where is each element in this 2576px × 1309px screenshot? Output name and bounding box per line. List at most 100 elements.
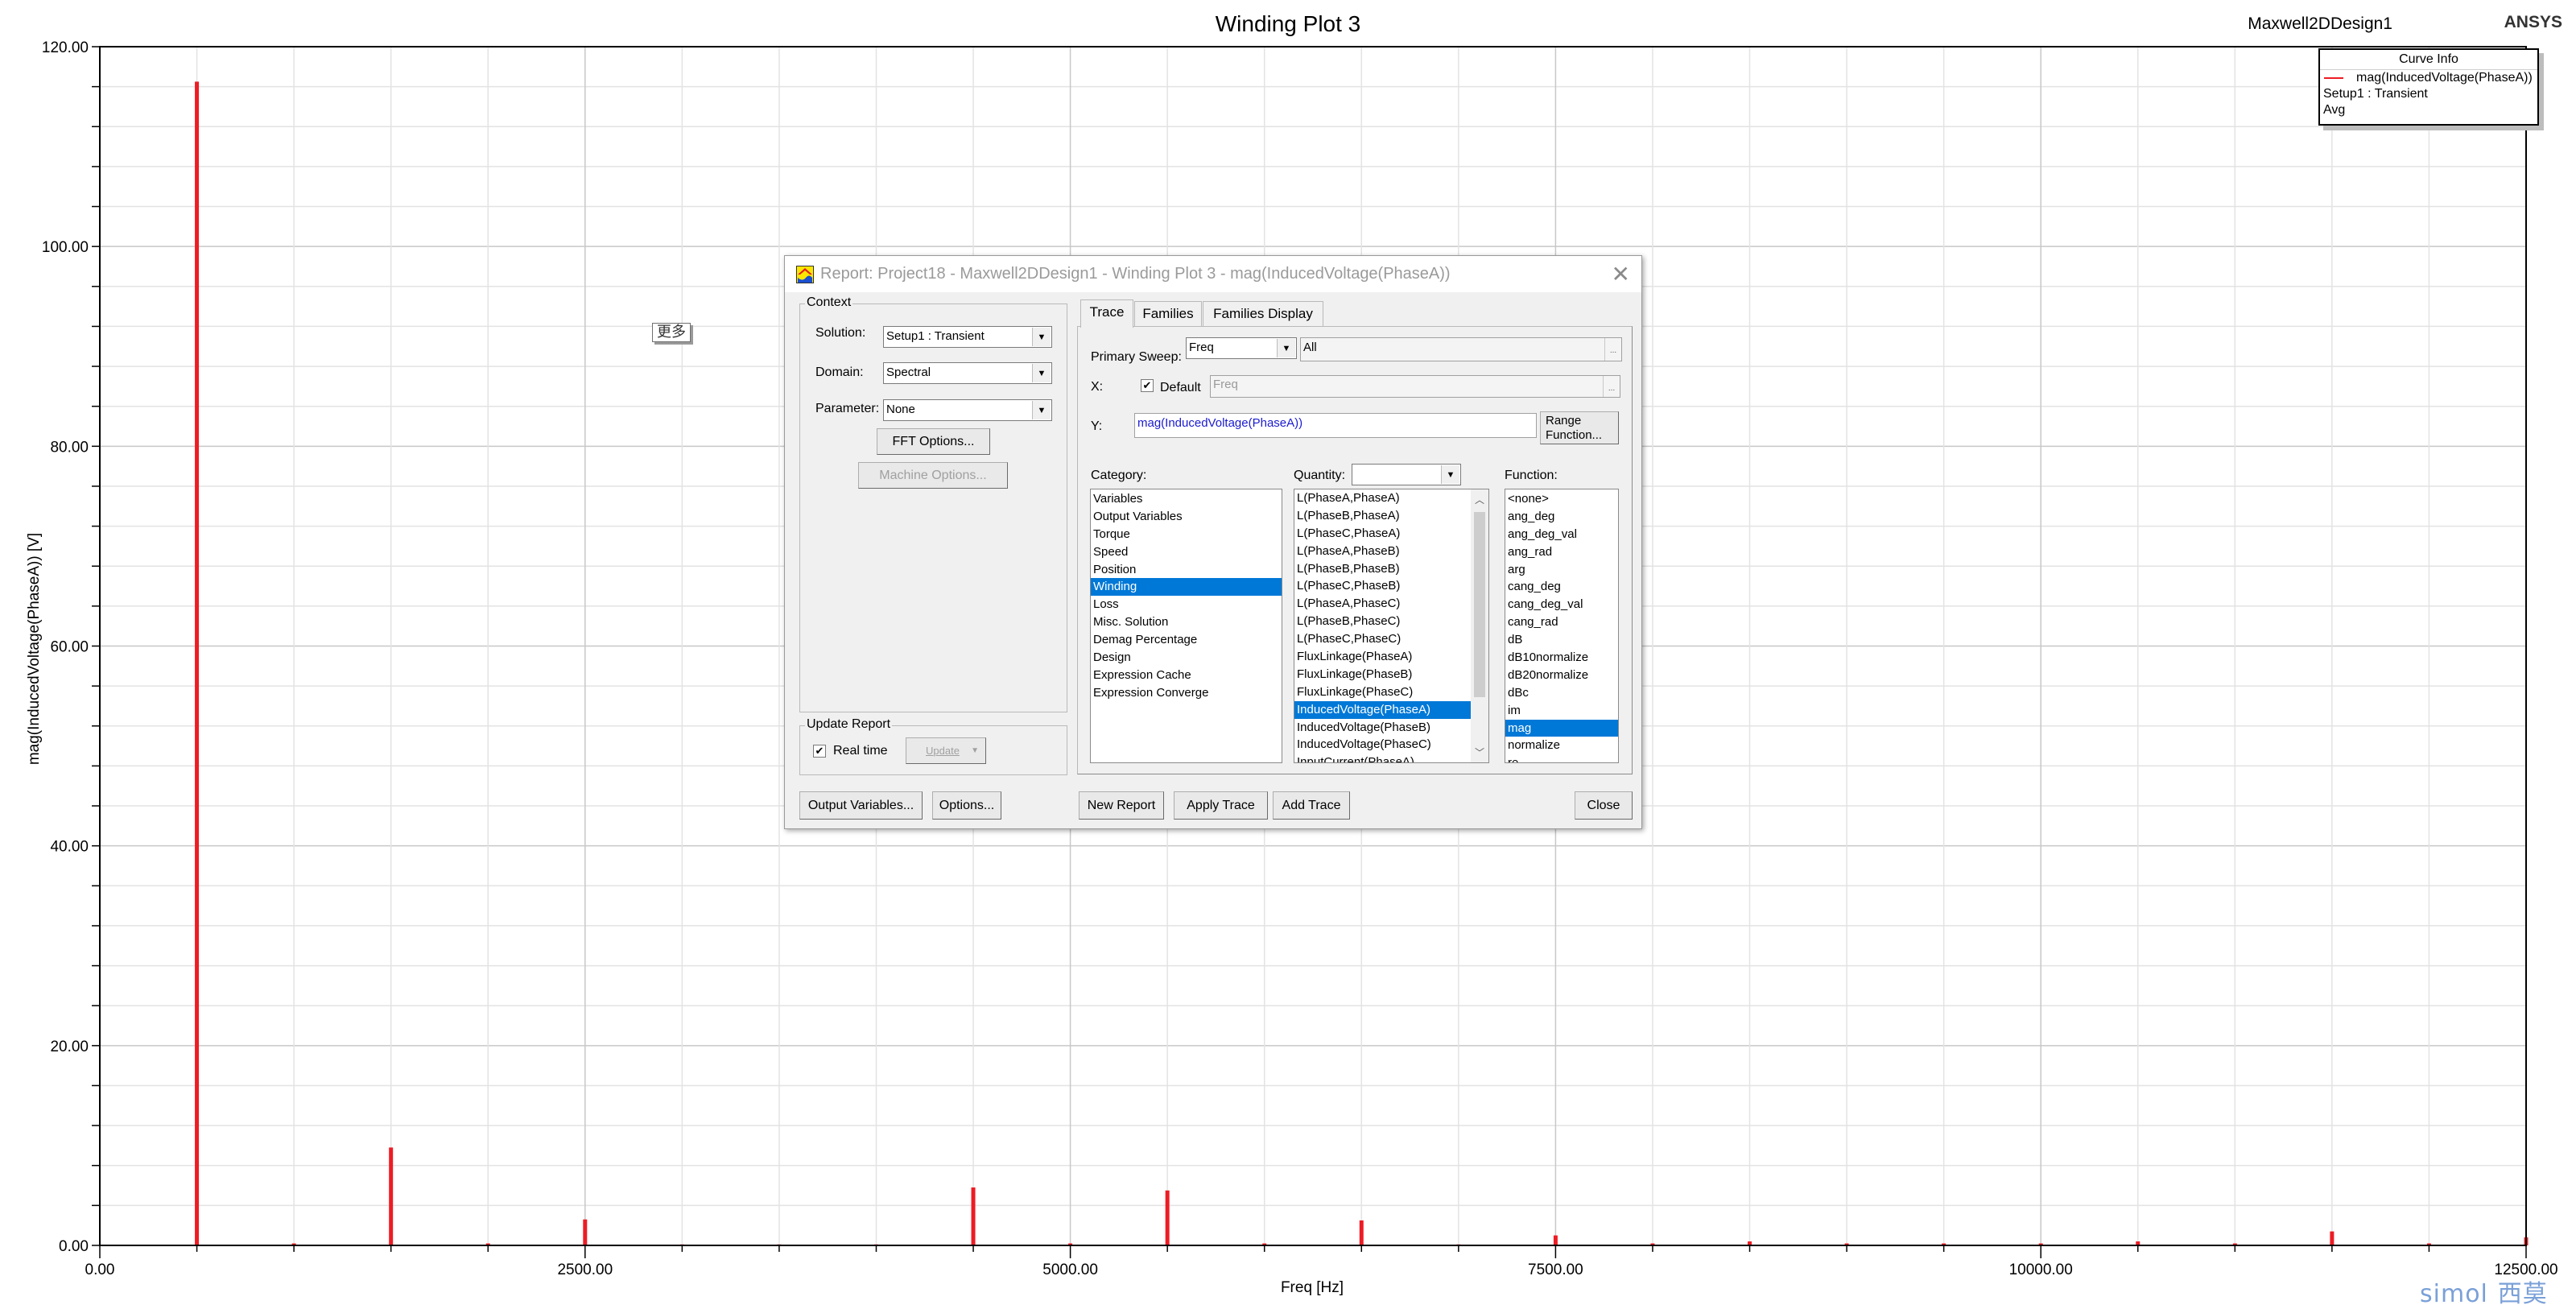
quantity-list-item[interactable]: L(PhaseC,PhaseB): [1294, 577, 1471, 595]
category-list-item[interactable]: Speed: [1091, 543, 1282, 561]
quantity-label: Quantity:: [1294, 469, 1346, 482]
function-list-item[interactable]: dB10normalize: [1505, 649, 1618, 667]
function-list-item[interactable]: normalize: [1505, 737, 1618, 754]
category-list-item[interactable]: Winding: [1091, 578, 1282, 597]
quantity-scrollbar[interactable]: ︿ ﹀: [1471, 489, 1488, 762]
y-expression-value: mag(InducedVoltage(PhaseA)): [1137, 416, 1303, 430]
apply-trace-button[interactable]: Apply Trace: [1174, 791, 1268, 820]
function-list[interactable]: <none> ang_deg ang_deg_val ang_rad arg cang_d…: [1505, 489, 1619, 763]
range-function-button[interactable]: Range Function...: [1540, 411, 1619, 444]
quantity-filter-select[interactable]: ▼: [1352, 464, 1461, 485]
scroll-up-icon[interactable]: ︿: [1471, 493, 1488, 506]
close-button[interactable]: Close: [1575, 791, 1633, 820]
checkmark-icon: ✔: [1142, 379, 1152, 391]
function-list-item[interactable]: re: [1505, 754, 1618, 762]
options-button[interactable]: Options...: [932, 791, 1001, 820]
range-function-label-2: Function...: [1546, 428, 1603, 442]
category-label: Category:: [1091, 469, 1147, 482]
quantity-list-item[interactable]: L(PhaseB,PhaseC): [1294, 613, 1471, 630]
function-list-item[interactable]: cang_deg_val: [1505, 596, 1618, 613]
category-list[interactable]: Variables Output Variables Torque Speed Posi…: [1090, 489, 1282, 763]
category-list-item[interactable]: Expression Converge: [1091, 684, 1282, 702]
y-expression-input[interactable]: mag(InducedVoltage(PhaseA)): [1134, 413, 1537, 438]
quantity-list-item[interactable]: InducedVoltage(PhaseB): [1294, 719, 1471, 737]
category-list-item[interactable]: Expression Cache: [1091, 667, 1282, 684]
dialog-title-bar[interactable]: Report: Project18 - Maxwell2DDesign1 - W…: [785, 256, 1641, 292]
function-list-item[interactable]: ang_deg_val: [1505, 526, 1618, 543]
spectrum-bar: [971, 1187, 976, 1245]
quantity-list-item[interactable]: L(PhaseA,PhaseC): [1294, 595, 1471, 613]
chevron-down-icon: ▼: [1032, 328, 1051, 346]
function-list-item[interactable]: dBc: [1505, 684, 1618, 702]
y-tick-label: 0.00: [59, 1238, 89, 1255]
domain-label: Domain:: [815, 365, 864, 379]
category-list-item[interactable]: Misc. Solution: [1091, 613, 1282, 631]
primary-sweep-select[interactable]: Freq ▼: [1186, 337, 1297, 359]
more-button[interactable]: 更多: [652, 323, 691, 342]
function-list-item[interactable]: dB: [1505, 631, 1618, 649]
machine-options-button[interactable]: Machine Options...: [858, 462, 1008, 489]
quantity-list-item[interactable]: InputCurrent(PhaseA): [1294, 754, 1471, 762]
parameter-select[interactable]: None ▼: [883, 399, 1052, 421]
fft-options-button[interactable]: FFT Options...: [877, 428, 990, 455]
tab-families-display[interactable]: Families Display: [1203, 301, 1323, 327]
category-list-item[interactable]: Variables: [1091, 490, 1282, 508]
x-expression-value: Freq: [1213, 378, 1238, 391]
solution-select[interactable]: Setup1 : Transient ▼: [883, 326, 1052, 348]
add-trace-button[interactable]: Add Trace: [1273, 791, 1350, 820]
tab-families[interactable]: Families: [1134, 301, 1202, 327]
function-list-item[interactable]: cang_deg: [1505, 578, 1618, 596]
function-list-item[interactable]: <none>: [1505, 490, 1618, 508]
tab-trace[interactable]: Trace: [1080, 299, 1133, 328]
category-list-item[interactable]: Demag Percentage: [1091, 631, 1282, 649]
quantity-list-item[interactable]: FluxLinkage(PhaseA): [1294, 648, 1471, 666]
category-list-item[interactable]: Loss: [1091, 596, 1282, 613]
update-button[interactable]: Update ▼: [906, 737, 986, 764]
category-list-item[interactable]: Output Variables: [1091, 508, 1282, 526]
quantity-list-item[interactable]: FluxLinkage(PhaseC): [1294, 683, 1471, 701]
quantity-list-item[interactable]: FluxLinkage(PhaseB): [1294, 666, 1471, 683]
quantity-list-item[interactable]: L(PhaseB,PhaseB): [1294, 560, 1471, 578]
real-time-checkbox[interactable]: ✔: [813, 745, 826, 758]
category-list-item[interactable]: Design: [1091, 649, 1282, 667]
function-list-item[interactable]: mag: [1505, 719, 1618, 737]
legend-solution: Setup1 : Transient: [2323, 87, 2428, 101]
legend-stat: Avg: [2323, 103, 2346, 117]
quantity-list-item[interactable]: L(PhaseC,PhaseA): [1294, 525, 1471, 543]
x-default-checkbox[interactable]: ✔: [1141, 379, 1154, 392]
function-list-item[interactable]: dB20normalize: [1505, 667, 1618, 684]
ellipsis-button[interactable]: ...: [1604, 338, 1621, 361]
quantity-list-item[interactable]: InducedVoltage(PhaseA): [1294, 700, 1471, 719]
report-dialog: Report: Project18 - Maxwell2DDesign1 - W…: [784, 255, 1642, 829]
quantity-list-item[interactable]: L(PhaseA,PhaseA): [1294, 489, 1471, 507]
output-variables-button[interactable]: Output Variables...: [799, 791, 923, 820]
category-list-item[interactable]: Position: [1091, 561, 1282, 579]
chevron-down-icon: ▼: [1032, 364, 1051, 382]
sweep-range-field[interactable]: All...: [1300, 337, 1622, 361]
x-default-label: Default: [1160, 381, 1201, 394]
domain-select[interactable]: Spectral ▼: [883, 362, 1052, 384]
function-list-item[interactable]: ang_rad: [1505, 543, 1618, 561]
quantity-list-item[interactable]: L(PhaseA,PhaseB): [1294, 543, 1471, 560]
quantity-list-item[interactable]: InducedVoltage(PhaseC): [1294, 736, 1471, 754]
range-function-label-1: Range: [1546, 414, 1582, 427]
function-list-item[interactable]: cang_rad: [1505, 613, 1618, 631]
ellipsis-button[interactable]: ...: [1603, 376, 1620, 397]
scroll-down-icon[interactable]: ﹀: [1471, 745, 1488, 759]
function-list-item[interactable]: im: [1505, 702, 1618, 720]
spectrum-bar: [1165, 1190, 1170, 1245]
category-list-item[interactable]: Torque: [1091, 526, 1282, 543]
function-list-item[interactable]: ang_deg: [1505, 508, 1618, 526]
function-list-item[interactable]: arg: [1505, 561, 1618, 579]
solution-select-value: Setup1 : Transient: [886, 329, 985, 343]
scrollbar-thumb[interactable]: [1474, 512, 1485, 697]
x-expression-field[interactable]: Freq...: [1210, 375, 1620, 398]
y-tick-label: 100.00: [42, 239, 89, 256]
quantity-list-item[interactable]: L(PhaseC,PhaseC): [1294, 630, 1471, 648]
quantity-list[interactable]: L(PhaseA,PhaseA) L(PhaseB,PhaseA) L(PhaseC…: [1294, 489, 1489, 763]
chevron-down-icon: ▼: [971, 746, 979, 755]
close-icon[interactable]: ✕: [1612, 261, 1630, 287]
new-report-button[interactable]: New Report: [1079, 791, 1164, 820]
quantity-list-item[interactable]: L(PhaseB,PhaseA): [1294, 507, 1471, 525]
curve-info-legend[interactable]: Curve Info mag(InducedVoltage(PhaseA)) S…: [2318, 48, 2539, 126]
